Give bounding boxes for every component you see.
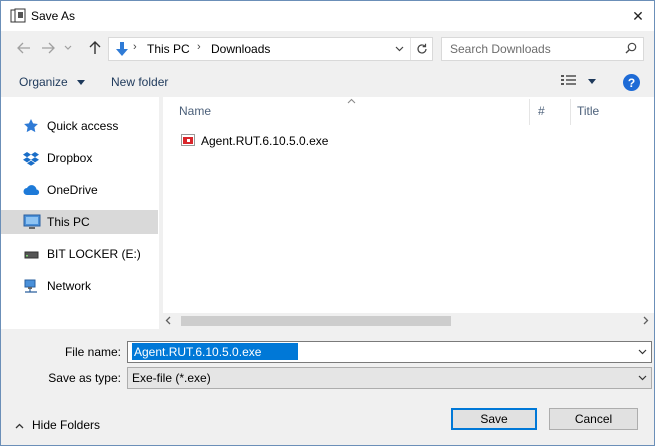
details-view-icon xyxy=(561,75,576,85)
breadcrumb-this-pc[interactable]: This PC xyxy=(147,42,190,56)
chevron-down-icon xyxy=(64,45,72,50)
back-button[interactable] xyxy=(13,37,35,59)
organize-menu[interactable]: Organize xyxy=(19,75,86,89)
sort-ascending-icon xyxy=(347,96,356,106)
scroll-right-icon[interactable] xyxy=(643,316,649,327)
chevron-down-icon xyxy=(77,80,86,86)
window-title: Save As xyxy=(31,9,76,23)
file-row[interactable]: Agent.RUT.6.10.5.0.exe xyxy=(177,131,377,151)
file-name: Agent.RUT.6.10.5.0.exe xyxy=(201,134,329,148)
save-button[interactable]: Save xyxy=(451,408,537,430)
nav-item-bitlocker-drive[interactable]: BIT LOCKER (E:) xyxy=(1,242,158,266)
chevron-down-icon xyxy=(638,349,646,355)
nav-item-label: Quick access xyxy=(47,119,119,133)
filename-input[interactable] xyxy=(132,343,298,360)
chevron-down-icon xyxy=(588,79,597,84)
savetype-value: Exe-file (*.exe) xyxy=(132,371,211,385)
forward-button[interactable] xyxy=(37,37,59,59)
column-header-name[interactable]: Name xyxy=(179,104,211,118)
save-as-dialog: Save As ✕ › This PC › Downloads Search D… xyxy=(0,0,655,446)
scroll-left-icon[interactable] xyxy=(165,316,171,327)
address-bar[interactable]: › This PC › Downloads xyxy=(108,37,433,61)
filename-label: File name: xyxy=(64,345,121,359)
search-input[interactable]: Search Downloads xyxy=(450,42,551,56)
save-dialog-icon xyxy=(10,8,26,24)
hide-folders-toggle[interactable]: Hide Folders xyxy=(13,416,113,434)
nav-item-dropbox[interactable]: Dropbox xyxy=(1,146,158,170)
column-header-number[interactable]: # xyxy=(538,104,545,118)
breadcrumb-separator: › xyxy=(133,41,137,53)
cloud-icon xyxy=(23,182,41,198)
up-arrow-icon xyxy=(89,41,101,54)
scrollbar-thumb[interactable] xyxy=(181,316,451,326)
address-dropdown-button[interactable] xyxy=(388,38,410,60)
drive-icon xyxy=(23,246,41,262)
recent-locations-button[interactable] xyxy=(61,37,75,59)
nav-item-quick-access[interactable]: Quick access xyxy=(1,114,158,138)
chevron-down-icon xyxy=(395,46,403,52)
title-bar: Save As ✕ xyxy=(1,1,654,31)
up-button[interactable] xyxy=(84,37,106,59)
computer-icon xyxy=(23,214,41,230)
close-button[interactable]: ✕ xyxy=(622,1,654,31)
horizontal-scrollbar[interactable] xyxy=(163,313,654,329)
refresh-icon xyxy=(417,43,427,54)
savetype-dropdown-button[interactable] xyxy=(635,370,649,386)
file-list: Name # Title Agent.RUT.6.10.5.0.exe xyxy=(163,97,654,329)
nav-item-label: OneDrive xyxy=(47,183,98,197)
search-icon xyxy=(625,42,637,57)
savetype-label: Save as type: xyxy=(48,371,121,385)
savetype-select[interactable]: Exe-file (*.exe) xyxy=(127,367,652,389)
star-icon xyxy=(23,118,41,134)
column-header-title[interactable]: Title xyxy=(577,104,599,118)
nav-item-label: Network xyxy=(47,279,92,293)
nav-item-network[interactable]: Network xyxy=(1,274,158,298)
forward-arrow-icon xyxy=(42,42,55,54)
cancel-button[interactable]: Cancel xyxy=(549,408,638,430)
view-options-button[interactable] xyxy=(561,74,597,89)
close-icon: ✕ xyxy=(632,7,644,24)
dropbox-icon xyxy=(23,150,41,166)
network-icon xyxy=(23,278,41,294)
nav-item-onedrive[interactable]: OneDrive xyxy=(1,178,158,202)
new-folder-button[interactable]: New folder xyxy=(111,75,168,89)
nav-item-label: Dropbox xyxy=(47,151,93,165)
refresh-button[interactable] xyxy=(410,38,433,60)
column-divider[interactable] xyxy=(529,99,530,125)
nav-item-label: BIT LOCKER (E:) xyxy=(47,247,141,261)
breadcrumb-downloads[interactable]: Downloads xyxy=(211,42,270,56)
organize-label: Organize xyxy=(19,75,68,89)
column-divider[interactable] xyxy=(570,99,571,125)
search-box[interactable]: Search Downloads xyxy=(441,37,644,61)
filename-dropdown-button[interactable] xyxy=(635,344,649,360)
exe-file-icon xyxy=(181,133,195,147)
filename-field[interactable] xyxy=(127,341,652,363)
navigation-pane: Quick access Dropbox OneDrive This PC BI… xyxy=(1,97,159,329)
nav-item-this-pc[interactable]: This PC xyxy=(1,210,158,234)
nav-item-label: This PC xyxy=(47,215,90,229)
help-icon[interactable]: ? xyxy=(623,74,640,91)
breadcrumb-separator: › xyxy=(197,41,201,53)
chevron-up-icon xyxy=(15,418,24,432)
chevron-down-icon xyxy=(638,375,646,381)
command-toolbar: Organize New folder ? xyxy=(1,67,654,97)
downloads-icon xyxy=(115,41,129,60)
back-arrow-icon xyxy=(17,42,30,54)
hide-folders-label: Hide Folders xyxy=(32,418,101,432)
